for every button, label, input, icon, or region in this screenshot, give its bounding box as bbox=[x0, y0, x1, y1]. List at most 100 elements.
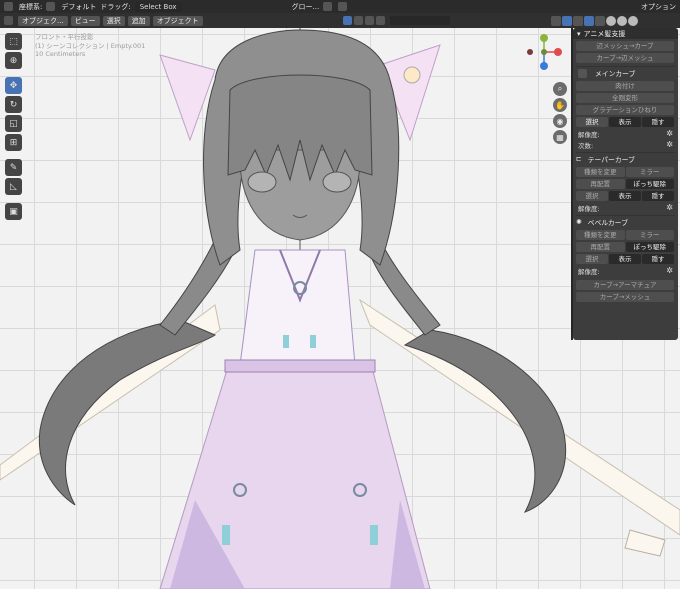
curve-icon bbox=[578, 68, 587, 78]
main-resolution-label: 解像度: bbox=[578, 131, 600, 139]
attach-button[interactable]: 肉付け bbox=[576, 81, 674, 91]
annotate-icon[interactable]: ✎ bbox=[5, 159, 22, 176]
tool-shelf: ⬚ ⊕ ✥ ↻ ◱ ⊞ ✎ ◺ ▣ bbox=[5, 33, 22, 222]
sidebar-panel: ▾ アニメ髪支援 辺メッシュ→カーブ カーブ→辺メッシュ メインカーブ 肉付け 全… bbox=[573, 28, 678, 340]
taper-rearrange-button[interactable]: 再配置 bbox=[576, 179, 625, 189]
main-curve-section: メインカーブ bbox=[576, 66, 675, 79]
z-axis-handle bbox=[540, 62, 548, 70]
hand-icon[interactable]: ✋ bbox=[553, 98, 567, 112]
grid-scale: 10 Centimeters bbox=[35, 50, 86, 58]
scale-icon[interactable]: ◱ bbox=[5, 115, 22, 132]
menu-add[interactable]: 追加 bbox=[127, 15, 150, 26]
taper-resolution-label: 解像度: bbox=[578, 205, 600, 213]
main-show-button[interactable]: 表示 bbox=[609, 117, 641, 127]
face bbox=[239, 149, 361, 241]
rotate-icon[interactable]: ↻ bbox=[5, 96, 22, 113]
orientation-icon[interactable] bbox=[46, 2, 57, 11]
collection-name: (1) シーンコレクション | Empty.001 bbox=[35, 41, 146, 50]
taper-header: テーパーカーブ bbox=[587, 156, 635, 164]
search-field[interactable] bbox=[389, 16, 450, 25]
cursor-icon[interactable]: ⊕ bbox=[5, 52, 22, 69]
grid-icon[interactable]: ▦ bbox=[553, 130, 567, 144]
options-menu[interactable]: オプション bbox=[641, 2, 676, 12]
bevel-mirror-button[interactable]: ミラー bbox=[625, 230, 674, 240]
taper-icon: ⊏ bbox=[576, 155, 582, 163]
main-select-button[interactable]: 選択 bbox=[576, 117, 608, 127]
bevel-header: ベベルカーブ bbox=[587, 219, 628, 227]
material-shading-icon[interactable] bbox=[617, 15, 627, 26]
panel-header[interactable]: ▾ アニメ髪支援 bbox=[573, 28, 678, 39]
bevel-resolution-label: 解像度: bbox=[578, 268, 600, 276]
taper-show-button[interactable]: 表示 bbox=[609, 191, 641, 201]
edge-to-curve-button[interactable]: 辺メッシュ→カーブ bbox=[576, 41, 674, 51]
gear-icon[interactable]: ✲ bbox=[666, 203, 673, 212]
editor-type-icon[interactable] bbox=[4, 2, 15, 11]
deform-button[interactable]: 全剛変形 bbox=[576, 93, 674, 103]
axis-gizmo[interactable] bbox=[526, 34, 562, 70]
taper-select-button[interactable]: 選択 bbox=[576, 191, 608, 201]
editor-icon[interactable] bbox=[4, 16, 15, 25]
waist-band bbox=[224, 359, 376, 373]
bevel-show-button[interactable]: 表示 bbox=[609, 254, 641, 264]
viewport-info: フロント・平行投影 (1) シーンコレクション | Empty.001 10 C… bbox=[35, 33, 145, 59]
left-eye bbox=[247, 171, 277, 193]
bevel-rearrange-button[interactable]: 再配置 bbox=[576, 242, 625, 252]
pivot-dropdown[interactable]: デフォルト bbox=[61, 2, 96, 12]
bevel-icon: ✺ bbox=[576, 218, 582, 226]
rendered-shading-icon[interactable] bbox=[628, 15, 638, 26]
gear-icon[interactable]: ✲ bbox=[666, 140, 673, 149]
move-icon[interactable]: ✥ bbox=[5, 77, 22, 94]
gradient-twist-button[interactable]: グラデーションひねり bbox=[576, 105, 674, 115]
view-name: フロント・平行投影 bbox=[35, 33, 94, 41]
select-tool-icon[interactable]: ⬚ bbox=[5, 33, 22, 50]
mode-dropdown[interactable]: オブジェク... bbox=[18, 15, 68, 26]
top-header: 座標系: デフォルト ドラッグ: Select Box グロー... オプション bbox=[0, 0, 680, 13]
zoom-icon[interactable]: ⌕ bbox=[553, 82, 567, 96]
taper-change-type-button[interactable]: 種類を変更 bbox=[576, 167, 625, 177]
curve-to-armature-button[interactable]: カーブ→アーマチュア bbox=[576, 280, 674, 290]
solid-shading-icon[interactable] bbox=[606, 15, 616, 26]
dress-bodice bbox=[239, 249, 356, 366]
y-axis-handle bbox=[540, 34, 548, 42]
select-mode-dropdown[interactable]: Select Box bbox=[134, 1, 182, 12]
taper-mirror-button[interactable]: ミラー bbox=[625, 167, 674, 177]
bevel-cut-button[interactable]: ぽっち駆除 bbox=[625, 242, 674, 252]
coord-system-label: 座標系: bbox=[19, 2, 43, 11]
proportional-edit-icon[interactable] bbox=[338, 2, 349, 11]
menu-object[interactable]: オブジェクト bbox=[152, 15, 203, 26]
menu-view[interactable]: ビュー bbox=[70, 15, 100, 26]
transform-icon[interactable]: ⊞ bbox=[5, 134, 22, 151]
camera-icon[interactable]: ◉ bbox=[553, 114, 567, 128]
curve-to-edge-button[interactable]: カーブ→辺メッシュ bbox=[576, 53, 674, 63]
menu-select[interactable]: 選択 bbox=[102, 15, 125, 26]
gear-icon[interactable]: ✲ bbox=[666, 266, 673, 275]
curve-to-mesh-button[interactable]: カーブ→メッシュ bbox=[576, 292, 674, 302]
selectability-icon[interactable] bbox=[342, 16, 387, 25]
main-curve-header: メインカーブ bbox=[595, 70, 636, 78]
x-axis-handle bbox=[554, 48, 562, 56]
measure-icon[interactable]: ◺ bbox=[5, 178, 22, 195]
taper-curve-section: ⊏ テーパーカーブ bbox=[576, 152, 675, 165]
shading-controls bbox=[550, 13, 638, 28]
visibility-icon[interactable] bbox=[551, 15, 561, 26]
wireframe-shading-icon[interactable] bbox=[595, 15, 605, 26]
add-cube-icon[interactable]: ▣ bbox=[5, 203, 22, 220]
bevel-select-button[interactable]: 選択 bbox=[576, 254, 608, 264]
right-hand bbox=[624, 529, 666, 557]
bevel-curve-section: ✺ ベベルカーブ bbox=[576, 215, 675, 228]
bevel-hide-button[interactable]: 隠す bbox=[642, 254, 674, 264]
panel-title: アニメ髪支援 bbox=[583, 29, 626, 38]
gizmo-toggle-icon[interactable] bbox=[562, 15, 572, 26]
main-hide-button[interactable]: 隠す bbox=[642, 117, 674, 127]
bevel-change-type-button[interactable]: 種類を変更 bbox=[576, 230, 625, 240]
right-eye bbox=[322, 171, 352, 193]
transform-orientation-dropdown[interactable]: グロー... bbox=[292, 2, 320, 12]
overlay-icon[interactable] bbox=[573, 15, 583, 26]
xray-icon[interactable] bbox=[584, 15, 594, 26]
main-order-label: 次数: bbox=[578, 142, 594, 150]
taper-cut-button[interactable]: ぽっち駆除 bbox=[625, 179, 674, 189]
snap-icon[interactable] bbox=[323, 2, 334, 11]
taper-hide-button[interactable]: 隠す bbox=[642, 191, 674, 201]
drag-label: ドラッグ: bbox=[100, 2, 131, 11]
gear-icon[interactable]: ✲ bbox=[666, 129, 673, 138]
